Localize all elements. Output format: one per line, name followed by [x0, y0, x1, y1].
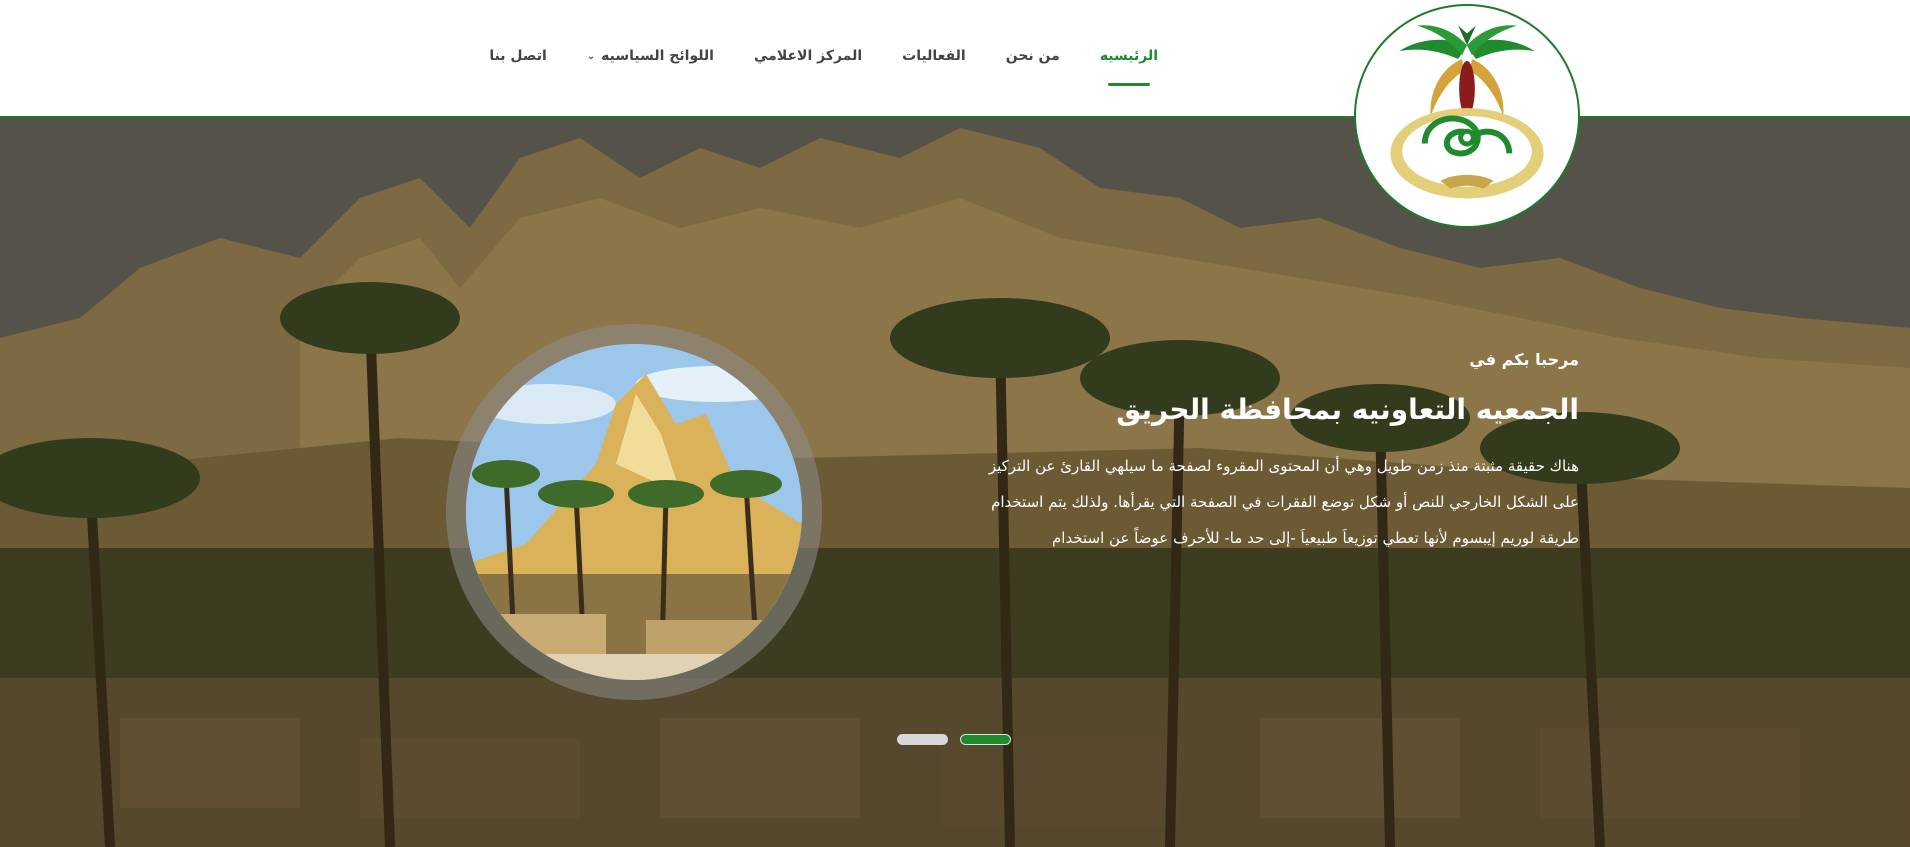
- chevron-down-icon: ⌄: [586, 50, 596, 62]
- slide-dot-2[interactable]: [897, 734, 948, 745]
- hero-slider: مرحبا بكم في الجمعيه التعاونيه بمحافظة ا…: [0, 118, 1910, 847]
- welcome-subtitle: مرحبا بكم في: [1469, 350, 1579, 369]
- featured-image-frame: [446, 324, 822, 700]
- page: الرئيسيه من نحن الفعاليات المركز الاعلام…: [0, 0, 1910, 847]
- slider-pagination: [897, 734, 1011, 745]
- site-header: الرئيسيه من نحن الفعاليات المركز الاعلام…: [0, 0, 1910, 118]
- welcome-title: الجمعيه التعاونيه بمحافظة الحريق: [1116, 393, 1579, 426]
- palm-tree-handshake-emblem-icon: [1390, 25, 1544, 199]
- nav-item-label: من نحن: [1005, 48, 1060, 64]
- nav-item-label: اتصل بنا: [489, 48, 547, 64]
- nav-item-policies-dropdown[interactable]: اللوائح السياسيه ⌄: [587, 48, 714, 64]
- nav-item-home[interactable]: الرئيسيه: [1099, 48, 1158, 86]
- nav-item-contact[interactable]: اتصل بنا: [489, 48, 546, 64]
- nav-item-events[interactable]: الفعاليات: [902, 48, 966, 64]
- main-nav: الرئيسيه من نحن الفعاليات المركز الاعلام…: [489, 48, 1158, 86]
- nav-item-label: المركز الاعلامي: [754, 48, 863, 64]
- nav-item-about[interactable]: من نحن: [1006, 48, 1060, 64]
- nav-item-label: الفعاليات: [902, 48, 966, 64]
- oasis-image-icon: [466, 344, 802, 680]
- welcome-block: مرحبا بكم في الجمعيه التعاونيه بمحافظة ا…: [959, 350, 1579, 556]
- slide-dot-1[interactable]: [960, 734, 1011, 745]
- nav-item-label: اللوائح السياسيه: [601, 48, 714, 64]
- nav-item-media-center[interactable]: المركز الاعلامي: [754, 48, 862, 64]
- site-logo[interactable]: [1354, 4, 1580, 228]
- nav-item-label: الرئيسيه: [1099, 48, 1158, 64]
- welcome-body: هناك حقيقة مثبتة منذ زمن طويل وهي أن الم…: [988, 457, 1579, 547]
- featured-image: [466, 344, 802, 680]
